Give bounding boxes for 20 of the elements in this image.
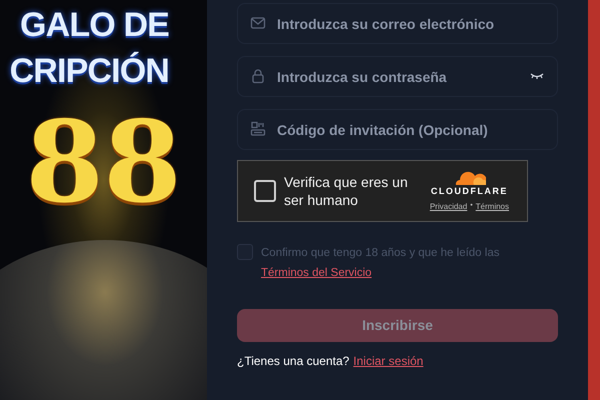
email-field[interactable]: Introduzca su correo electrónico: [237, 3, 558, 44]
consent-text: Confirmo que tengo 18 años y que he leído las Términos del Servicio: [261, 246, 500, 281]
captcha-label: Verifica que eres un ser humano: [284, 173, 409, 209]
terms-of-service-link[interactable]: Términos del Servicio: [261, 267, 372, 279]
qr-code-icon: [250, 121, 266, 137]
password-field[interactable]: Introduzca su contraseña: [237, 56, 558, 97]
consent-checkbox[interactable]: [237, 244, 253, 260]
lock-icon: [250, 68, 266, 84]
terms-link[interactable]: Términos: [476, 200, 509, 212]
envelope-icon: [250, 15, 266, 31]
account-prompt: ¿Tienes una cuenta?: [237, 353, 350, 370]
eye-closed-icon[interactable]: [530, 72, 544, 80]
privacy-link[interactable]: Privacidad: [430, 200, 468, 212]
login-link[interactable]: Iniciar sesión: [353, 352, 424, 370]
banner-title: CRIPCIÓN: [10, 50, 169, 92]
captcha-checkbox[interactable]: [254, 180, 276, 202]
brand-wordmark: CLOUDFLARE: [430, 186, 508, 196]
banner-title: GALO DE: [20, 5, 169, 46]
invite-field[interactable]: Código de invitación (Opcional): [237, 109, 558, 150]
banner-number: 88: [26, 108, 182, 218]
